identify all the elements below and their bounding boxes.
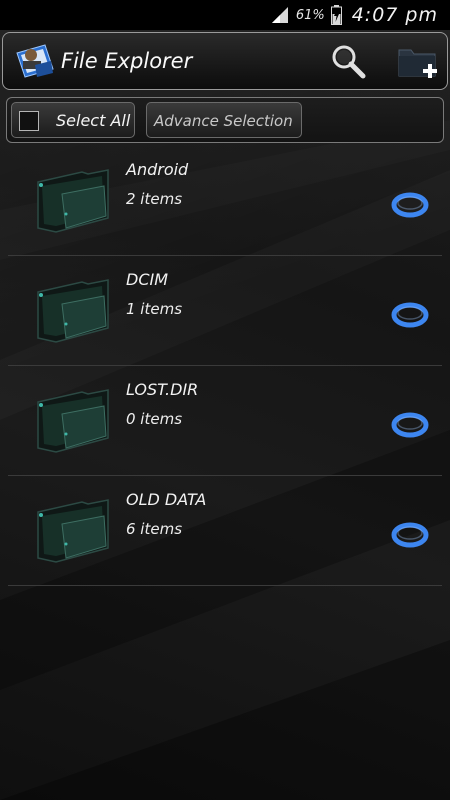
advance-selection-button[interactable]: Advance Selection	[146, 102, 302, 138]
folder-icon	[37, 499, 109, 563]
list-item[interactable]: LOST.DIR 0 items	[8, 366, 442, 476]
file-item-count: 6 items	[126, 520, 183, 538]
folder-icon	[37, 389, 109, 453]
select-all-label: Select All	[56, 111, 131, 130]
radio-button[interactable]	[391, 302, 429, 328]
folder-icon	[37, 279, 109, 343]
battery-percent: 61%	[295, 7, 325, 23]
search-icon[interactable]	[328, 42, 368, 82]
list-item[interactable]: Android 2 items	[8, 146, 442, 256]
list-item[interactable]: OLD DATA 6 items	[8, 476, 442, 586]
file-name: DCIM	[126, 270, 169, 289]
file-name: OLD DATA	[126, 490, 207, 509]
signal-icon	[271, 7, 288, 23]
status-clock: 4:07 pm	[351, 4, 438, 26]
action-bar: File Explorer	[2, 32, 448, 90]
new-folder-icon[interactable]	[395, 42, 439, 82]
list-item[interactable]: DCIM 1 items	[8, 256, 442, 366]
file-item-count: 2 items	[126, 190, 183, 208]
advance-selection-label: Advance Selection	[154, 112, 293, 130]
file-name: Android	[126, 160, 189, 179]
file-item-count: 1 items	[126, 300, 183, 318]
file-name: LOST.DIR	[126, 380, 199, 399]
selection-bar: Select All Advance Selection	[6, 97, 444, 143]
folder-icon	[37, 169, 109, 233]
app-logo-icon[interactable]	[15, 43, 55, 79]
battery-charging-icon	[330, 5, 342, 25]
radio-button[interactable]	[391, 412, 429, 438]
radio-button[interactable]	[391, 522, 429, 548]
select-all-button[interactable]: Select All	[11, 102, 135, 138]
app-title: File Explorer	[61, 49, 193, 73]
status-bar: 61% 4:07 pm	[0, 0, 450, 30]
file-item-count: 0 items	[126, 410, 183, 428]
radio-button[interactable]	[391, 192, 429, 218]
file-list: Android 2 items DCIM 1 items LOST.DIR 0 …	[8, 146, 442, 586]
select-all-checkbox[interactable]	[19, 111, 39, 131]
